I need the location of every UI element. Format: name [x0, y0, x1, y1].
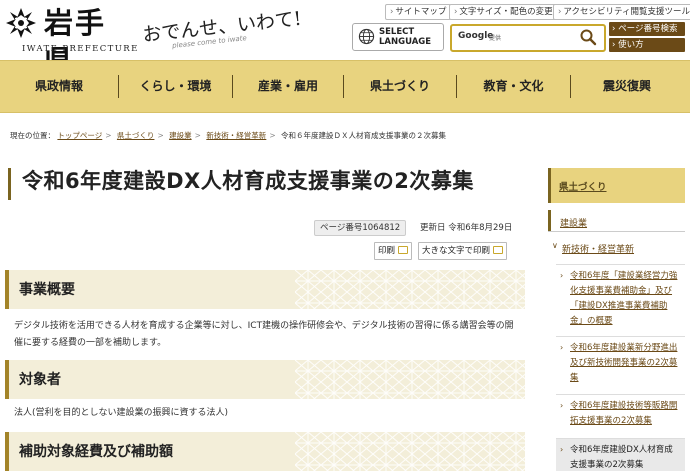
chevron-right-icon: › — [560, 401, 564, 410]
sidebar-item-kensetsugyo[interactable]: 建設業 — [548, 210, 685, 232]
util-link-textsize[interactable]: › 文字サイズ・配色の変更 — [449, 4, 558, 20]
nav-item-kurashi[interactable]: くらし・環境 — [119, 61, 232, 112]
breadcrumb-link-kendo[interactable]: 県土づくり — [117, 131, 155, 140]
select-language-button[interactable]: SELECT LANGUAGE — [352, 23, 444, 51]
section-heading-overview: 事業概要 — [5, 270, 525, 309]
asanoha-pattern-decoration — [295, 432, 525, 471]
nav-item-kyoiku[interactable]: 教育・文化 — [457, 61, 570, 112]
breadcrumb: 現在の位置： トップページ > 県土づくり > 建設業 > 新技術・経営革新 > 令和６… — [10, 131, 446, 140]
section-body-target: 法人(営利を目的としない建設業の振興に資する法人) — [14, 408, 229, 418]
chevron-down-icon: ∨ — [552, 241, 558, 250]
breadcrumb-link-kensetsugyo[interactable]: 建設業 — [169, 131, 192, 140]
section-heading-expenses: 補助対象経費及び補助額 — [5, 432, 525, 471]
chevron-right-icon: › — [560, 271, 564, 280]
printer-icon — [493, 246, 504, 254]
breadcrumb-link-shingijutsu[interactable]: 新技術・経営革新 — [206, 131, 266, 140]
page-number-search-button[interactable]: › ページ番号検索 — [609, 22, 685, 36]
nav-item-sangyo[interactable]: 産業・雇用 — [233, 61, 343, 112]
nav-item-shinsai[interactable]: 震災復興 — [571, 61, 683, 112]
util-link-label: サイトマップ — [395, 7, 447, 17]
chevron-right-icon: › — [390, 7, 394, 17]
asanoha-pattern-decoration — [295, 360, 525, 399]
search-icon[interactable] — [578, 28, 598, 46]
sidebar-heading[interactable]: 県土づくり — [548, 168, 685, 203]
util-link-sitemap[interactable]: › サイトマップ — [385, 4, 452, 20]
nav-item-kendo[interactable]: 県土づくり — [344, 61, 456, 112]
chevron-right-icon: › — [560, 343, 564, 352]
util-link-accessibility[interactable]: › アクセシビリティ閲覧支援ツール — [553, 4, 690, 20]
site-search: Google 提供 — [450, 24, 606, 52]
sidebar-subitem[interactable]: › 令和6年度建設業新分野進出及び新技術開発事業の2次募集 — [556, 336, 685, 392]
sidebar-subitem[interactable]: › 令和6年度「建設業経営力強化支援事業費補助金」及び「建設DX推進事業費補助金… — [556, 264, 685, 334]
sidebar-subitem[interactable]: › 令和6年度建設技術等販路開拓支援事業の2次募集 — [556, 394, 685, 436]
search-provider-sub: 提供 — [489, 35, 502, 42]
page-id-badge: ページ番号1064812 — [314, 220, 407, 236]
print-large-button[interactable]: 大きな文字で印刷 — [418, 242, 508, 260]
print-button[interactable]: 印刷 — [374, 242, 413, 260]
util-link-label: アクセシビリティ閲覧支援ツール — [563, 7, 690, 17]
updated-date: 更新日 令和6年8月29日 — [420, 223, 513, 233]
printer-icon — [398, 246, 409, 254]
chevron-right-icon: › — [558, 7, 562, 17]
title-accent-bar — [8, 168, 11, 200]
sidebar-subitem-current[interactable]: › 令和6年度建設DX人材育成支援事業の2次募集 — [556, 438, 685, 471]
util-link-label: 文字サイズ・配色の変更 — [459, 7, 553, 17]
breadcrumb-link-top[interactable]: トップページ — [57, 131, 102, 140]
nav-item-kensei[interactable]: 県政情報 — [0, 61, 118, 112]
search-input[interactable] — [512, 29, 576, 47]
section-body-overview: デジタル技術を活用できる人材を育成する企業等に対し、ICT建機の操作研修会や、デ… — [14, 321, 514, 348]
select-language-label: SELECT LANGUAGE — [379, 27, 432, 47]
section-heading-target: 対象者 — [5, 360, 525, 399]
chevron-right-icon: › — [454, 7, 458, 17]
breadcrumb-prefix: 現在の位置： — [10, 131, 55, 140]
page-title: 令和6年度建設DX人材育成支援事業の2次募集 — [22, 169, 474, 193]
howto-button[interactable]: › 使い方 — [609, 38, 685, 52]
slogan: おでんせ、いわて! please come to iwate — [141, 4, 302, 56]
asanoha-pattern-decoration — [295, 270, 525, 309]
prefecture-emblem-icon — [6, 8, 36, 38]
site-header: 岩手県 IWATE PREFECTURE おでんせ、いわて! please co… — [0, 0, 690, 78]
global-nav: 県政情報 くらし・環境 産業・雇用 県土づくり 教育・文化 震災復興 — [0, 60, 690, 113]
chevron-right-icon: › — [560, 445, 564, 454]
sidebar-item-shingijutsu[interactable]: ∨ 新技術・経営革新 — [552, 236, 685, 258]
globe-icon — [358, 28, 375, 45]
logo-subtitle: IWATE PREFECTURE — [22, 44, 139, 54]
breadcrumb-current: 令和６年度建設ＤＸ人材育成支援事業の２次募集 — [281, 131, 446, 140]
site-logo[interactable]: 岩手県 IWATE PREFECTURE — [4, 4, 137, 78]
